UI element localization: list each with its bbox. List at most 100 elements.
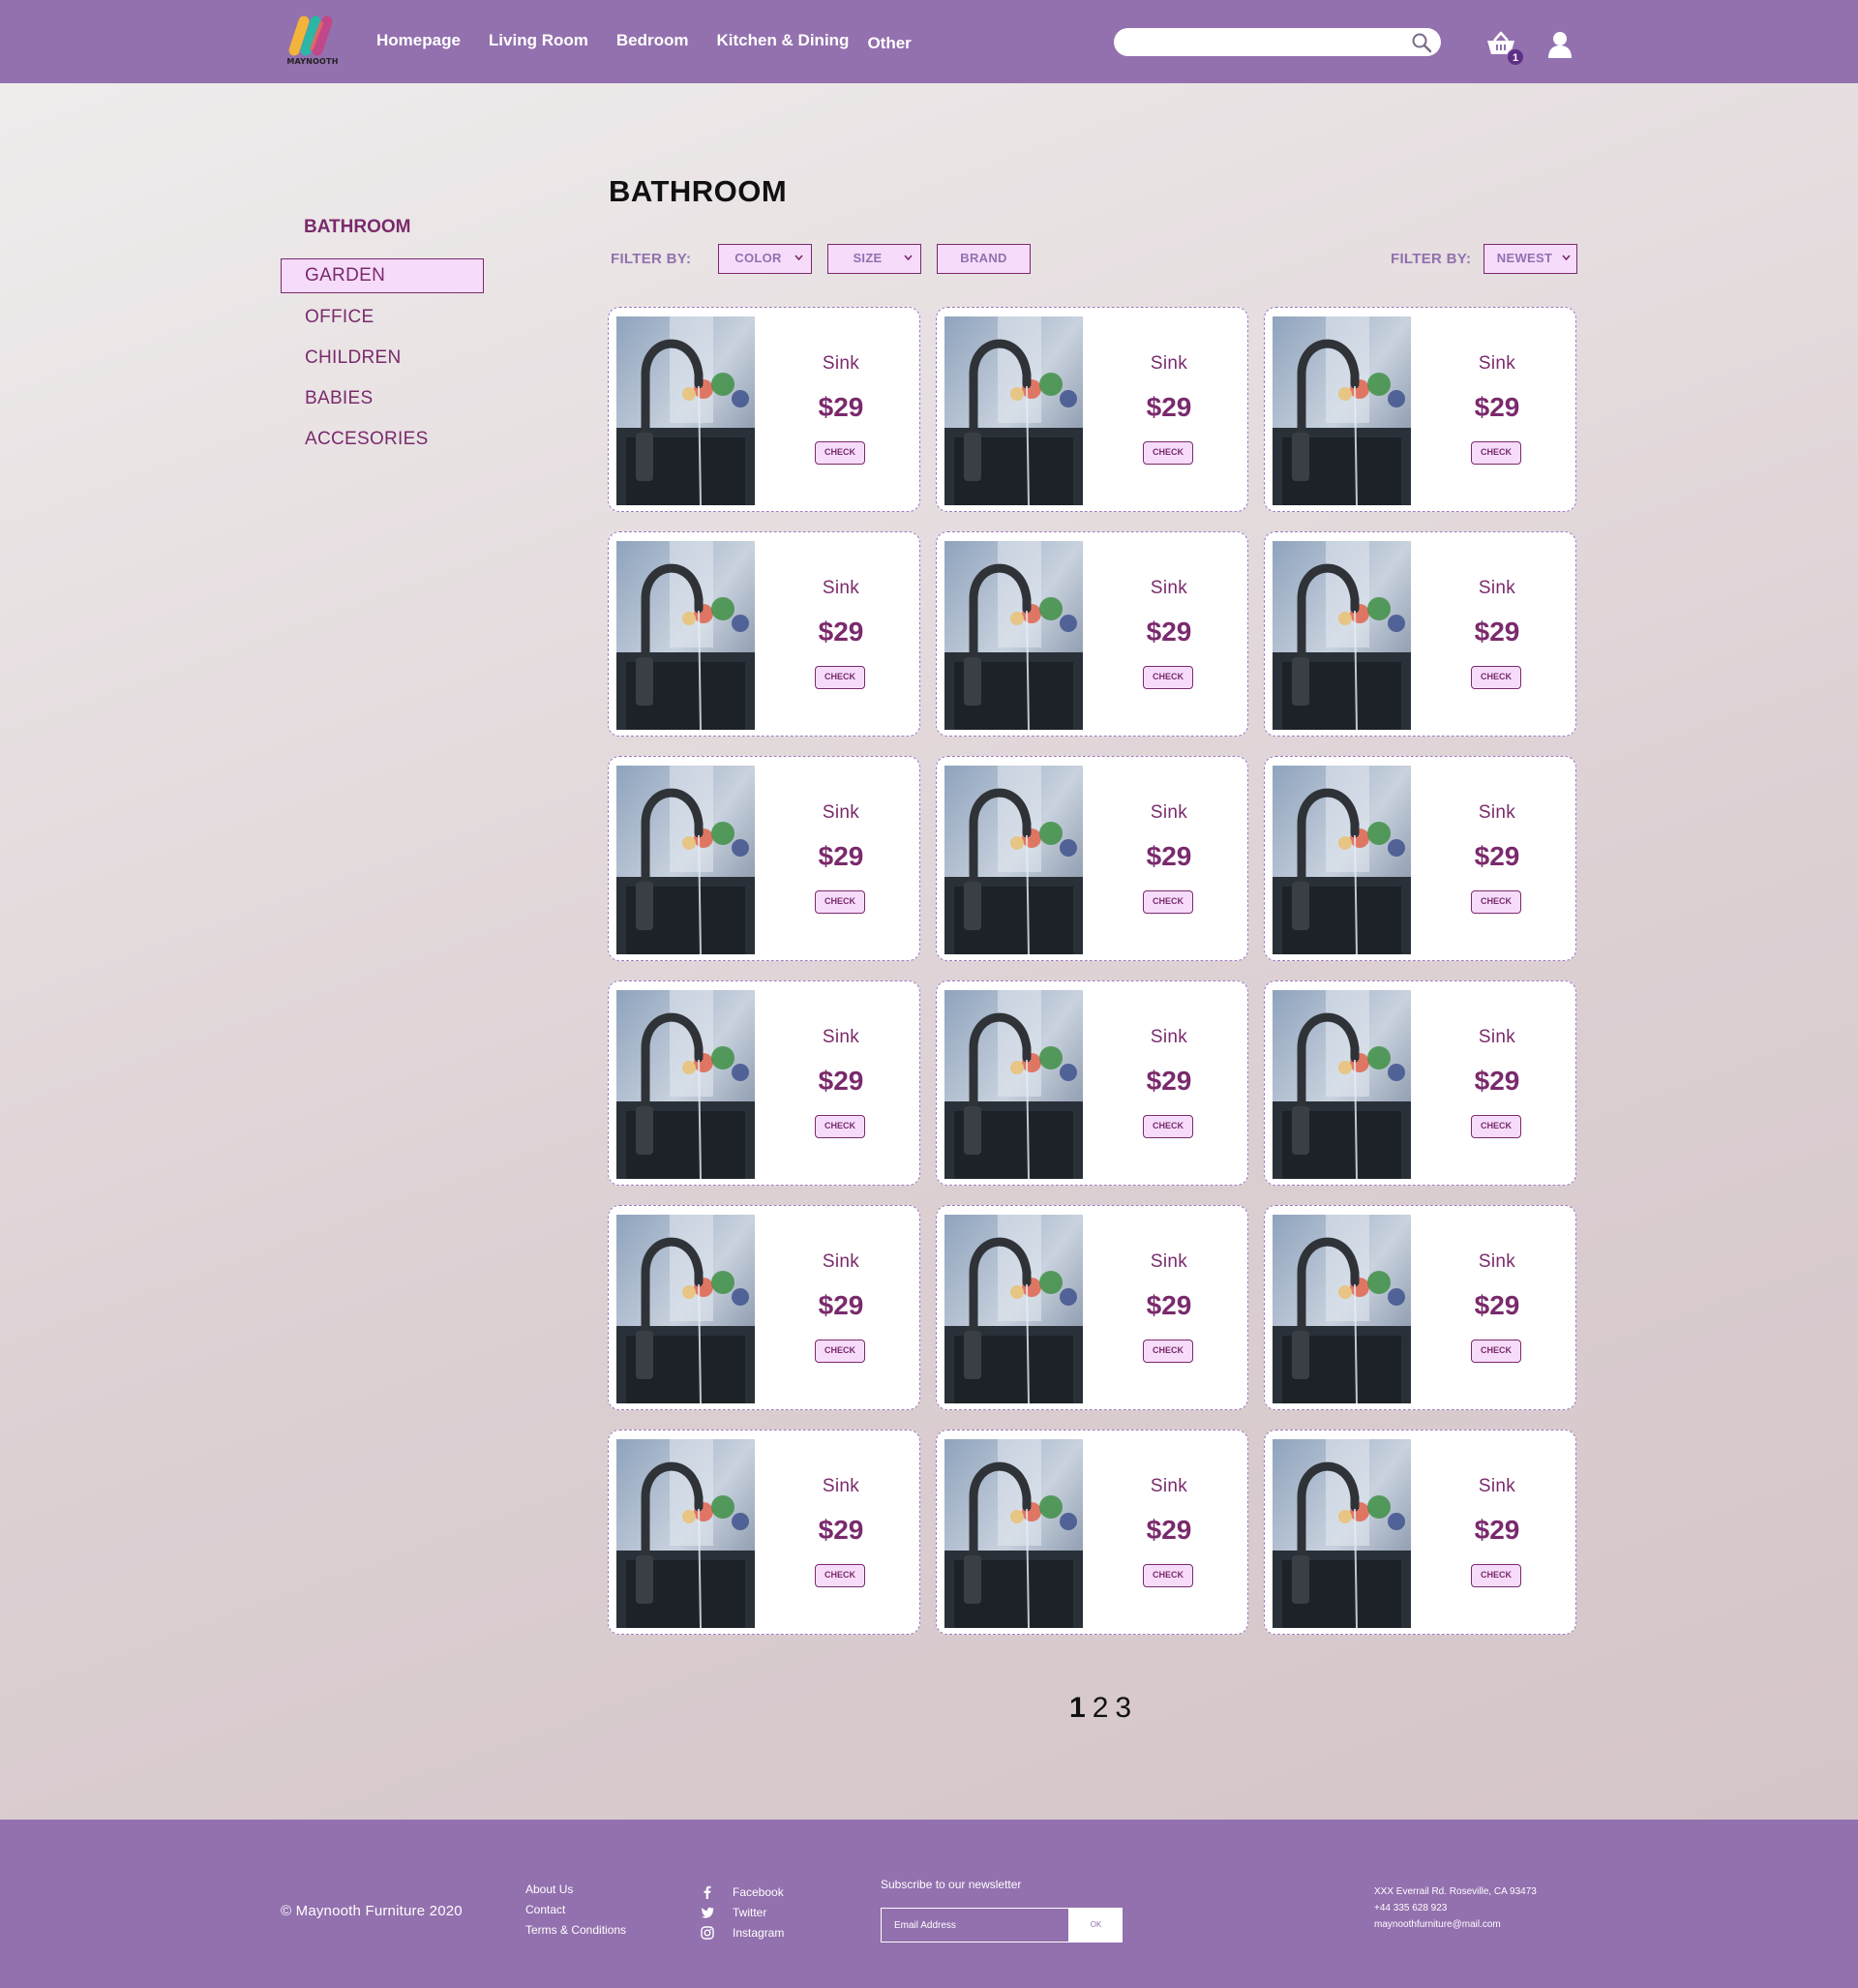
product-card[interactable]: Sink $29 CHECK [936,1205,1248,1410]
product-card[interactable]: Sink $29 CHECK [936,756,1248,961]
footer-link-terms[interactable]: Terms & Conditions [525,1923,626,1943]
check-button[interactable]: CHECK [1143,666,1193,689]
sidebar-item-accesories[interactable]: ACCESORIES [281,420,484,456]
product-price: $29 [1146,617,1192,647]
check-button[interactable]: CHECK [1143,890,1193,914]
product-image[interactable] [616,1439,755,1628]
product-image[interactable] [944,541,1083,730]
product-image[interactable] [944,1439,1083,1628]
check-button[interactable]: CHECK [1471,666,1521,689]
check-button[interactable]: CHECK [1471,1115,1521,1138]
product-image[interactable] [944,990,1083,1179]
nav-other[interactable]: Other [867,34,911,53]
check-button[interactable]: CHECK [815,441,865,465]
page-3-link[interactable]: 3 [1115,1692,1131,1725]
check-button[interactable]: CHECK [1471,441,1521,465]
nav-bedroom[interactable]: Bedroom [616,31,689,53]
page-1-link[interactable]: 1 [1069,1692,1086,1725]
nav-kitchen-dining[interactable]: Kitchen & Dining [717,31,850,53]
product-card[interactable]: Sink $29 CHECK [936,980,1248,1186]
footer-link-about[interactable]: About Us [525,1883,626,1903]
search-icon[interactable] [1410,31,1433,54]
product-price: $29 [818,617,864,647]
product-image[interactable] [944,316,1083,505]
sort-dropdown[interactable]: NEWEST [1483,244,1577,274]
product-image[interactable] [1273,316,1411,505]
social-twitter[interactable]: Twitter [701,1902,784,1922]
newsletter-ok-button[interactable]: OK [1069,1908,1123,1943]
product-image[interactable] [944,1215,1083,1403]
sidebar-item-babies[interactable]: BABIES [281,379,484,415]
user-icon[interactable] [1547,31,1573,58]
check-button[interactable]: CHECK [815,1564,865,1587]
sidebar-item-children[interactable]: CHILDREN [281,339,484,375]
sidebar-item-office[interactable]: OFFICE [281,298,484,334]
product-image[interactable] [1273,1215,1411,1403]
filter-color-dropdown[interactable]: COLOR [718,244,812,274]
nav-living-room[interactable]: Living Room [489,31,588,53]
check-button[interactable]: CHECK [1143,1340,1193,1363]
product-name: Sink [1150,1476,1188,1496]
product-card[interactable]: Sink $29 CHECK [936,307,1248,512]
instagram-icon [701,1925,716,1940]
product-card[interactable]: Sink $29 CHECK [608,1205,920,1410]
check-button[interactable]: CHECK [815,666,865,689]
product-card[interactable]: Sink $29 CHECK [608,980,920,1186]
check-button[interactable]: CHECK [815,1115,865,1138]
twitter-icon [701,1906,716,1919]
newsletter-email-field[interactable] [881,1908,1069,1943]
top-header: MAYNOOTH Homepage Living Room Bedroom Ki… [0,0,1858,83]
footer-link-contact[interactable]: Contact [525,1903,626,1923]
basket-icon[interactable]: 1 [1485,31,1524,66]
product-card[interactable]: Sink $29 CHECK [608,756,920,961]
page-2-link[interactable]: 2 [1093,1692,1109,1725]
social-instagram-label: Instagram [733,1925,785,1940]
product-image[interactable] [1273,541,1411,730]
maynooth-logo[interactable]: MAYNOOTH [283,14,343,70]
product-image[interactable] [616,316,755,505]
product-name: Sink [822,578,860,598]
sidebar-item-garden[interactable]: GARDEN [281,258,484,293]
social-instagram[interactable]: Instagram [701,1922,784,1943]
check-button[interactable]: CHECK [1143,1564,1193,1587]
product-image[interactable] [1273,1439,1411,1628]
product-image[interactable] [616,766,755,954]
product-card[interactable]: Sink $29 CHECK [936,1430,1248,1635]
contact-email[interactable]: maynoothfurniture@mail.com [1374,1919,1537,1936]
check-button[interactable]: CHECK [1471,1564,1521,1587]
check-button[interactable]: CHECK [1471,1340,1521,1363]
sidebar-title[interactable]: BATHROOM [281,215,484,240]
product-card[interactable]: Sink $29 CHECK [608,1430,920,1635]
social-facebook[interactable]: Facebook [701,1882,784,1902]
check-button[interactable]: CHECK [815,1340,865,1363]
product-card[interactable]: Sink $29 CHECK [1264,756,1576,961]
filter-brand-dropdown[interactable]: BRAND [937,244,1031,274]
filter-size-dropdown[interactable]: SIZE [827,244,921,274]
product-card[interactable]: Sink $29 CHECK [1264,980,1576,1186]
product-image[interactable] [616,541,755,730]
search-input[interactable] [1127,28,1408,56]
chevron-down-icon [794,255,803,260]
product-image[interactable] [944,766,1083,954]
check-button[interactable]: CHECK [1471,890,1521,914]
check-button[interactable]: CHECK [1143,1115,1193,1138]
product-name: Sink [1478,1476,1516,1496]
product-name: Sink [1478,1251,1516,1272]
product-card[interactable]: Sink $29 CHECK [936,531,1248,737]
product-card[interactable]: Sink $29 CHECK [1264,1430,1576,1635]
product-card[interactable]: Sink $29 CHECK [608,307,920,512]
product-name: Sink [1478,578,1516,598]
product-price: $29 [1474,1066,1520,1096]
product-image[interactable] [1273,766,1411,954]
check-button[interactable]: CHECK [1143,441,1193,465]
product-card[interactable]: Sink $29 CHECK [1264,1205,1576,1410]
product-image[interactable] [1273,990,1411,1179]
nav-homepage[interactable]: Homepage [376,31,461,53]
product-image[interactable] [616,990,755,1179]
product-card[interactable]: Sink $29 CHECK [608,531,920,737]
check-button[interactable]: CHECK [815,890,865,914]
product-card[interactable]: Sink $29 CHECK [1264,307,1576,512]
product-card[interactable]: Sink $29 CHECK [1264,531,1576,737]
cart-count-badge: 1 [1507,48,1524,66]
product-image[interactable] [616,1215,755,1403]
